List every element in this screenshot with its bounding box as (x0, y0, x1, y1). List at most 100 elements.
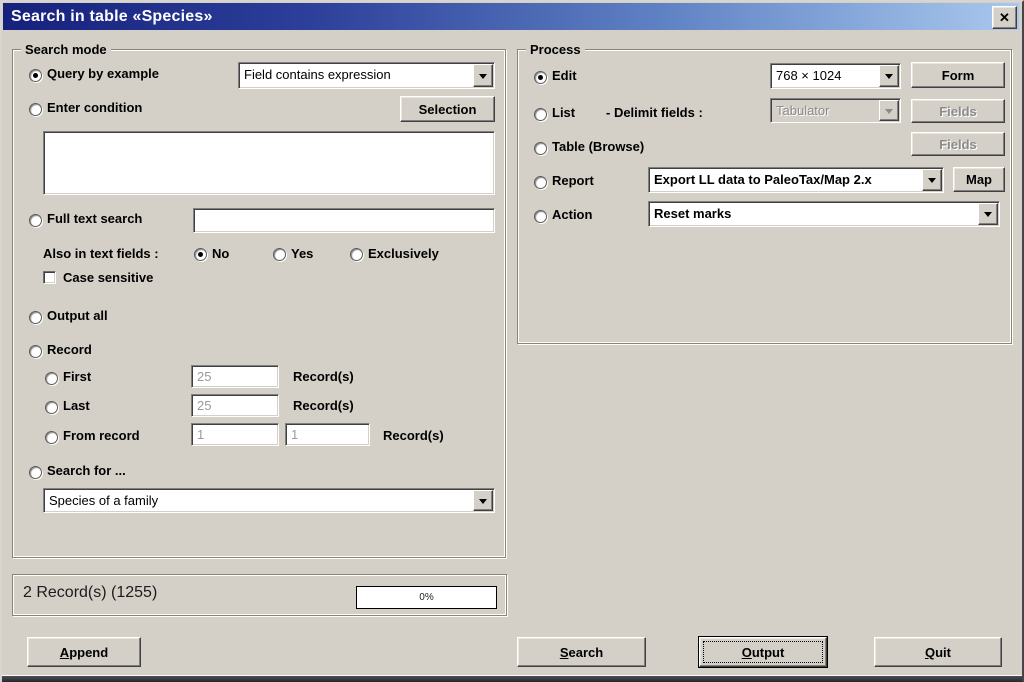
close-icon: ✕ (999, 10, 1010, 26)
query-mode-dropdown[interactable]: Field contains expression (238, 62, 495, 89)
delimiter-dropdown: Tabulator (770, 98, 901, 123)
radio-last-label[interactable]: Last (63, 398, 90, 414)
map-button[interactable]: Map (953, 167, 1005, 192)
radio-also-exclusively-label[interactable]: Exclusively (368, 246, 439, 262)
search-button-label: earch (568, 645, 603, 660)
radio-list[interactable] (534, 108, 547, 121)
window-title: Search in table «Species» (3, 8, 213, 26)
radio-query-by-example-label[interactable]: Query by example (47, 66, 159, 82)
chevron-down-icon[interactable] (473, 490, 493, 511)
from-record-start-input[interactable]: 1 (191, 423, 279, 446)
delimit-fields-label: - Delimit fields : (606, 105, 703, 121)
radio-first-label[interactable]: First (63, 369, 91, 385)
search-dialog: Search in table «Species» ✕ Search mode … (0, 0, 1024, 682)
append-button-hotkey: A (60, 645, 69, 660)
radio-output-all-label[interactable]: Output all (47, 308, 108, 324)
radio-query-by-example[interactable] (29, 69, 42, 82)
process-group-label: Process (526, 42, 585, 57)
resolution-dropdown-value: 768 × 1024 (771, 64, 878, 88)
search-for-dropdown[interactable]: Species of a family (43, 488, 495, 513)
last-records-suffix: Record(s) (293, 398, 354, 414)
radio-list-label[interactable]: List (552, 105, 575, 121)
output-button-hotkey: O (742, 645, 752, 660)
search-mode-group: Search mode Query by example Field conta… (12, 49, 506, 558)
case-sensitive-label[interactable]: Case sensitive (63, 270, 153, 286)
map-button-label: Map (966, 172, 992, 187)
radio-full-text-search-label[interactable]: Full text search (47, 211, 142, 227)
output-button[interactable]: Output (699, 637, 827, 667)
quit-button[interactable]: Quit (874, 637, 1002, 667)
selection-button-label: Selection (419, 102, 477, 117)
query-mode-dropdown-value: Field contains expression (239, 63, 472, 88)
radio-action-label[interactable]: Action (552, 207, 592, 223)
radio-table-browse[interactable] (534, 142, 547, 155)
report-dropdown-value: Export LL data to PaleoTax/Map 2.x (649, 168, 921, 192)
close-button[interactable]: ✕ (992, 6, 1017, 29)
radio-report-label[interactable]: Report (552, 173, 594, 189)
fields-button-table: Fields (911, 132, 1005, 156)
selection-button[interactable]: Selection (400, 96, 495, 122)
chevron-down-icon[interactable] (922, 169, 942, 191)
output-button-label: utput (752, 645, 784, 660)
progress-percent-label: 0% (419, 592, 433, 603)
progress-bar: 0% (356, 586, 497, 609)
chevron-down-icon[interactable] (879, 65, 899, 87)
fields-button-table-label: Fields (939, 137, 977, 152)
radio-also-yes-label[interactable]: Yes (291, 246, 313, 262)
chevron-down-icon[interactable] (473, 64, 493, 87)
radio-edit-label[interactable]: Edit (552, 68, 577, 84)
fields-button-list: Fields (911, 99, 1005, 123)
radio-record-label[interactable]: Record (47, 342, 92, 358)
radio-last[interactable] (45, 401, 58, 414)
radio-report[interactable] (534, 176, 547, 189)
radio-edit[interactable] (534, 71, 547, 84)
radio-first[interactable] (45, 372, 58, 385)
also-in-text-fields-label: Also in text fields : (43, 246, 159, 262)
fields-button-list-label: Fields (939, 104, 977, 119)
radio-search-for[interactable] (29, 466, 42, 479)
delimiter-dropdown-value: Tabulator (771, 99, 878, 122)
form-button-label: Form (942, 68, 975, 83)
radio-table-browse-label[interactable]: Table (Browse) (552, 139, 644, 155)
radio-also-yes[interactable] (273, 248, 286, 261)
first-records-suffix: Record(s) (293, 369, 354, 385)
radio-also-no-label[interactable]: No (212, 246, 229, 262)
title-bar[interactable]: Search in table «Species» (3, 3, 1019, 30)
radio-also-no[interactable] (194, 248, 207, 261)
quit-button-label: uit (935, 645, 951, 660)
radio-record[interactable] (29, 345, 42, 358)
report-dropdown[interactable]: Export LL data to PaleoTax/Map 2.x (648, 167, 944, 193)
radio-search-for-label[interactable]: Search for ... (47, 463, 126, 479)
search-button[interactable]: Search (517, 637, 646, 667)
status-panel: 2 Record(s) (1255) 0% (12, 574, 507, 616)
resolution-dropdown[interactable]: 768 × 1024 (770, 63, 901, 89)
first-count-input[interactable]: 25 (191, 365, 279, 388)
case-sensitive-checkbox[interactable] (43, 271, 56, 284)
append-button[interactable]: Append (27, 637, 141, 667)
radio-action[interactable] (534, 210, 547, 223)
from-records-suffix: Record(s) (383, 428, 444, 444)
last-count-input[interactable]: 25 (191, 394, 279, 417)
radio-from-record-label[interactable]: From record (63, 428, 140, 444)
quit-button-hotkey: Q (925, 645, 935, 660)
radio-full-text-search[interactable] (29, 214, 42, 227)
window-bottom-edge (2, 675, 1024, 682)
radio-also-exclusively[interactable] (350, 248, 363, 261)
chevron-down-icon[interactable] (978, 203, 998, 225)
record-count-text: 2 Record(s) (1255) (23, 584, 157, 602)
chevron-down-icon (879, 100, 899, 121)
form-button[interactable]: Form (911, 62, 1005, 88)
radio-from-record[interactable] (45, 431, 58, 444)
radio-enter-condition[interactable] (29, 103, 42, 116)
from-record-count-input[interactable]: 1 (285, 423, 370, 446)
search-button-hotkey: S (560, 645, 569, 660)
full-text-search-input[interactable] (193, 208, 495, 233)
action-dropdown-value: Reset marks (649, 202, 977, 226)
condition-input[interactable] (43, 131, 495, 195)
radio-enter-condition-label[interactable]: Enter condition (47, 100, 142, 116)
action-dropdown[interactable]: Reset marks (648, 201, 1000, 227)
append-button-label: ppend (69, 645, 108, 660)
search-for-dropdown-value: Species of a family (44, 489, 472, 512)
radio-output-all[interactable] (29, 311, 42, 324)
process-group: Process Edit 768 × 1024 Form List - Deli… (517, 49, 1012, 344)
